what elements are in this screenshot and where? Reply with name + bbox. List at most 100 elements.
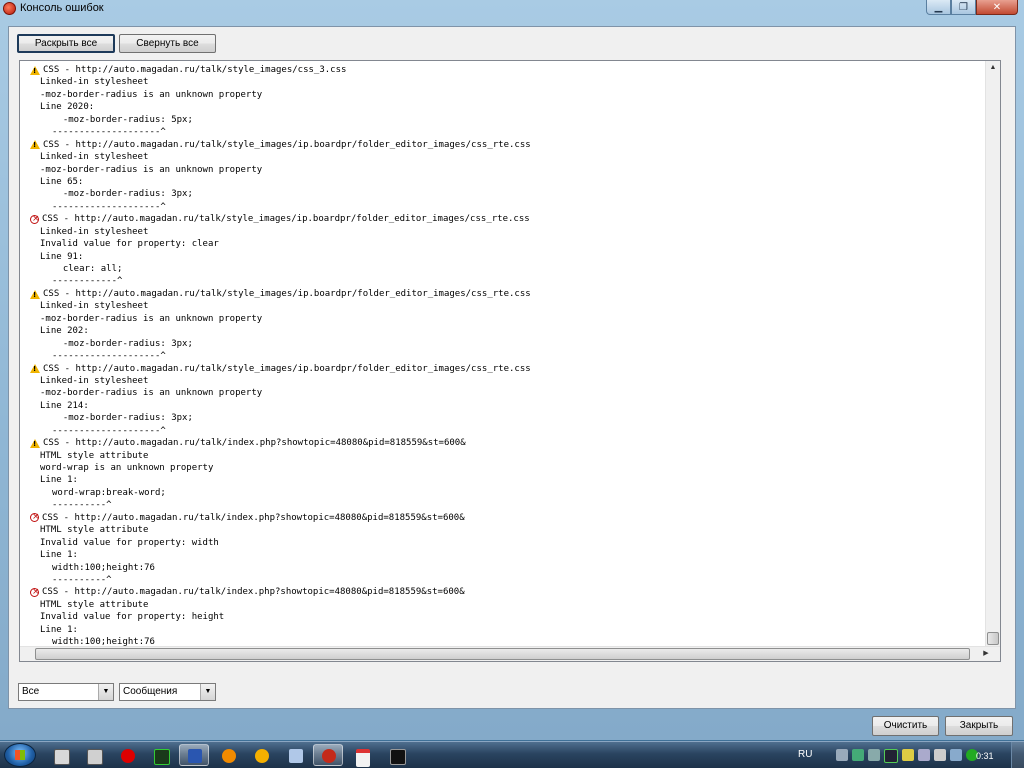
horizontal-scrollbar[interactable]: ▶ (20, 646, 1000, 661)
close-icon: ✕ (992, 1, 1002, 13)
taskbar-app-calculator-2[interactable] (78, 744, 108, 766)
console-entry[interactable]: CSS - http://auto.magadan.ru/talk/style_… (20, 213, 985, 288)
clock[interactable]: 0:31 (976, 751, 994, 761)
entry-header-text: CSS - http://auto.magadan.ru/talk/style_… (43, 139, 531, 150)
tray-lightbulb-icon[interactable] (902, 749, 914, 761)
warning-icon (30, 140, 40, 150)
error-icon (30, 587, 40, 598)
entry-error-marker: ----------^ (52, 574, 112, 585)
taskbar-app-player[interactable] (213, 744, 243, 766)
taskbar-app-error-console[interactable] (313, 744, 343, 766)
tray-monitor-icon[interactable] (884, 749, 898, 763)
language-indicator[interactable]: RU (798, 749, 812, 760)
minimize-icon: ▁ (934, 1, 943, 13)
entry-line-number: Line 1: (40, 624, 78, 635)
start-button[interactable] (4, 743, 36, 767)
entry-error-marker: ----------^ (52, 500, 112, 511)
scroll-right-icon[interactable]: ▶ (979, 647, 993, 661)
entry-header: CSS - http://auto.magadan.ru/talk/style_… (20, 363, 985, 375)
vertical-scrollbar[interactable]: ▲ (985, 61, 1000, 647)
scope-filter-select[interactable]: Все ▼ (18, 683, 114, 701)
tray-network-icon[interactable] (918, 749, 930, 761)
collapse-all-button[interactable]: Свернуть все (119, 34, 216, 53)
warning-icon (30, 364, 40, 374)
restore-icon: ❐ (959, 1, 968, 13)
entry-code-snippet: -moz-border-radius: 3px; (52, 338, 193, 349)
entry-header-text: CSS - http://auto.magadan.ru/talk/style_… (43, 288, 531, 299)
taskbar: RU 0:31 (0, 741, 1024, 768)
minimize-button[interactable]: ▁ (926, 0, 951, 15)
entry-line-number: Line 202: (40, 326, 89, 337)
entry-error-marker: ------------^ (52, 276, 123, 287)
entry-header-text: CSS - http://auto.magadan.ru/talk/style_… (43, 65, 347, 75)
title-bar[interactable]: Консоль ошибок ▁ ❐ ✕ (0, 0, 1024, 18)
console-entry[interactable]: CSS - http://auto.magadan.ru/talk/style_… (20, 363, 985, 438)
entry-message: -moz-border-radius is an unknown propert… (40, 89, 263, 100)
taskbar-app-terminal[interactable] (381, 744, 411, 766)
show-desktop-button[interactable] (1011, 742, 1024, 768)
clear-button[interactable]: Очистить (872, 716, 939, 736)
console-entry[interactable]: CSS - http://auto.magadan.ru/talk/index.… (20, 586, 985, 647)
entry-line-number: Line 1: (40, 550, 78, 561)
entry-source: Linked-in stylesheet (40, 152, 149, 163)
tray-globe-icon[interactable] (852, 749, 864, 761)
entry-code-snippet: -moz-border-radius: 5px; (52, 114, 193, 125)
entry-header: CSS - http://auto.magadan.ru/talk/style_… (20, 213, 985, 225)
warning-icon (30, 65, 40, 75)
entry-error-marker: --------------------^ (52, 127, 166, 138)
entry-header: CSS - http://auto.magadan.ru/talk/style_… (20, 288, 985, 300)
entry-header-text: CSS - http://auto.magadan.ru/talk/style_… (43, 363, 531, 374)
taskbar-app-calculator[interactable] (45, 744, 75, 766)
entry-code-snippet: -moz-border-radius: 3px; (52, 189, 193, 200)
taskbar-app-monitor[interactable] (145, 744, 175, 766)
taskbar-app-network[interactable] (280, 744, 310, 766)
error-icon (30, 214, 40, 224)
taskbar-app-sun[interactable] (246, 744, 276, 766)
close-button[interactable]: Закрыть (945, 716, 1013, 736)
entry-header: CSS - http://auto.magadan.ru/talk/index.… (20, 586, 985, 598)
tray-device-icon[interactable] (950, 749, 962, 761)
entry-header: CSS - http://auto.magadan.ru/talk/index.… (20, 437, 985, 449)
taskbar-app-save[interactable] (179, 744, 209, 766)
entry-message: Invalid value for property: height (40, 612, 225, 623)
maximize-button[interactable]: ❐ (951, 0, 976, 15)
entry-message: Invalid value for property: clear (40, 239, 219, 250)
vertical-scroll-thumb[interactable] (987, 632, 999, 645)
entry-source: Linked-in stylesheet (40, 301, 149, 312)
chevron-down-icon: ▼ (200, 684, 215, 700)
console-entry[interactable]: CSS - http://auto.magadan.ru/talk/style_… (20, 288, 985, 363)
entry-source: Linked-in stylesheet (40, 375, 149, 386)
entry-message: -moz-border-radius is an unknown propert… (40, 164, 263, 175)
close-window-button[interactable]: ✕ (976, 0, 1018, 15)
message-list[interactable]: CSS - http://auto.magadan.ru/talk/style_… (19, 60, 1001, 662)
entry-code-snippet: word-wrap:break-word; (52, 487, 166, 498)
console-entry[interactable]: CSS - http://auto.magadan.ru/talk/style_… (20, 64, 985, 139)
tray-utm-icon[interactable] (836, 749, 848, 761)
taskbar-app-calendar[interactable] (347, 744, 377, 767)
expand-all-button[interactable]: Раскрыть все (17, 34, 115, 53)
error-icon (30, 512, 40, 523)
scroll-up-icon[interactable]: ▲ (987, 61, 999, 75)
type-filter-value: Сообщения (123, 686, 178, 697)
horizontal-scroll-thumb[interactable] (35, 648, 970, 660)
entry-message: word-wrap is an unknown property (40, 463, 214, 473)
taskbar-app-opera[interactable] (112, 744, 142, 766)
console-entry[interactable]: CSS - http://auto.magadan.ru/talk/style_… (20, 139, 985, 214)
console-entry[interactable]: CSS - http://auto.magadan.ru/talk/index.… (20, 512, 985, 587)
warning-icon (30, 289, 40, 299)
type-filter-select[interactable]: Сообщения ▼ (119, 683, 216, 701)
entry-code-snippet: clear: all; (52, 264, 123, 274)
entry-error-marker: --------------------^ (52, 351, 166, 362)
entry-header-text: CSS - http://auto.magadan.ru/talk/style_… (42, 214, 530, 225)
error-console-window: Консоль ошибок ▁ ❐ ✕ Раскрыть все Сверну… (0, 0, 1024, 740)
tray-volume-icon[interactable] (934, 749, 946, 761)
console-entry[interactable]: CSS - http://auto.magadan.ru/talk/index.… (20, 437, 985, 512)
system-tray (836, 749, 978, 763)
entry-source: HTML style attribute (40, 450, 149, 461)
entry-message: Invalid value for property: width (40, 537, 219, 548)
entry-header-text: CSS - http://auto.magadan.ru/talk/index.… (42, 512, 465, 523)
entry-header-text: CSS - http://auto.magadan.ru/talk/index.… (42, 587, 465, 598)
tray-app-icon[interactable] (868, 749, 880, 761)
entry-message: -moz-border-radius is an unknown propert… (40, 313, 263, 324)
entry-line-number: Line 91: (40, 251, 84, 262)
